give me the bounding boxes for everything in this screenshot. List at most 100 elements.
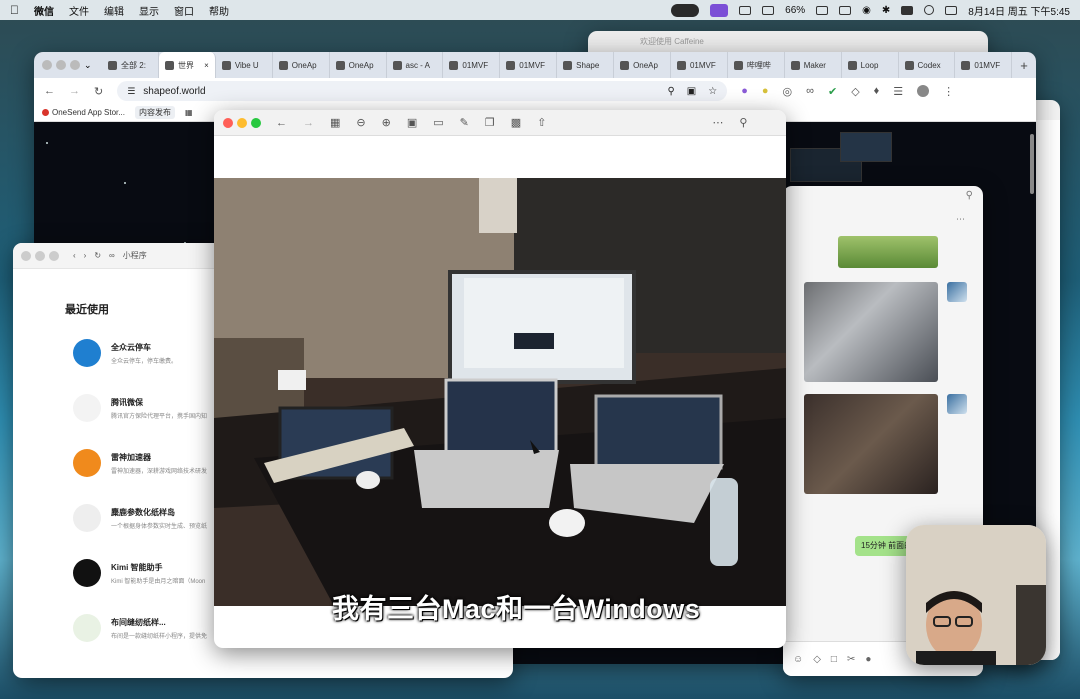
- minimize-button[interactable]: [237, 118, 247, 128]
- bookmark-content-publish[interactable]: 内容发布: [134, 106, 175, 119]
- sender-avatar[interactable]: [947, 282, 967, 302]
- browser-tab[interactable]: 世界 ×: [158, 52, 216, 78]
- extensions-puzzle-icon[interactable]: ♦: [874, 85, 880, 97]
- browser-tab[interactable]: OneAp: [273, 52, 330, 78]
- browser-tab[interactable]: 哔哩哔: [728, 52, 785, 78]
- bookmark-onesend[interactable]: OneSend App Stor...: [42, 108, 125, 117]
- menu-view[interactable]: 显示: [139, 3, 159, 18]
- sender-avatar[interactable]: [947, 394, 967, 414]
- menu-app-name[interactable]: 微信: [34, 3, 54, 18]
- zoom-out-icon[interactable]: ⊖: [356, 116, 365, 129]
- folder-icon[interactable]: □: [831, 654, 837, 665]
- extension-icon-3[interactable]: ◎: [783, 85, 793, 98]
- crop-icon[interactable]: ▩: [511, 116, 521, 129]
- reading-list-icon[interactable]: ☰: [893, 85, 903, 98]
- browser-tab[interactable]: Codex: [899, 52, 956, 78]
- recording-indicator-icon[interactable]: [671, 3, 700, 17]
- site-info-icon[interactable]: ☰: [127, 86, 135, 97]
- export-icon[interactable]: ⇧: [537, 116, 546, 129]
- menu-edit[interactable]: 编辑: [104, 3, 124, 18]
- desk-photo-thumb[interactable]: [804, 394, 938, 494]
- menu-help[interactable]: 帮助: [209, 3, 229, 18]
- tab-close-icon[interactable]: ×: [204, 61, 209, 70]
- extension-icon-6[interactable]: ◇: [851, 85, 859, 98]
- more-icon[interactable]: ⋯: [712, 116, 723, 129]
- browser-tab[interactable]: asc - A: [387, 52, 444, 78]
- apps-grid-icon[interactable]: ▦: [185, 108, 193, 117]
- browser-tab[interactable]: Shape: [557, 52, 615, 78]
- zoom-icon[interactable]: ⚲: [667, 86, 674, 97]
- zoom-in-icon[interactable]: ⊕: [382, 116, 391, 129]
- pin-icon[interactable]: ⚲: [966, 190, 973, 201]
- extension-icon-5[interactable]: ✔: [828, 85, 837, 98]
- back-icon[interactable]: ←: [276, 117, 287, 129]
- browser-tab[interactable]: 全部 2:: [102, 52, 159, 78]
- pin-icon[interactable]: ⚲: [739, 116, 747, 129]
- more-options-icon[interactable]: ⋯: [956, 214, 965, 225]
- control-center-icon[interactable]: [945, 5, 958, 15]
- window-icon[interactable]: [739, 5, 752, 15]
- tent-photo[interactable]: [804, 282, 938, 382]
- battery-icon[interactable]: [901, 5, 914, 15]
- browser-tab[interactable]: 01MVF: [500, 52, 558, 78]
- zoom-button[interactable]: [49, 251, 59, 261]
- grass-image[interactable]: [838, 236, 938, 268]
- back-icon[interactable]: ‹: [73, 251, 76, 260]
- browser-tab[interactable]: 01MVF: [443, 52, 501, 78]
- install-icon[interactable]: ▣: [687, 86, 696, 97]
- favorite-icon[interactable]: ◇: [813, 654, 821, 665]
- tab-search-icon[interactable]: ⌄: [84, 60, 96, 71]
- menu-window[interactable]: 窗口: [174, 3, 194, 18]
- reload-icon[interactable]: ↻: [94, 85, 103, 98]
- bluetooth-icon[interactable]: ✱: [882, 5, 890, 16]
- battery-label[interactable]: 66%: [785, 5, 805, 16]
- clipboard-icon[interactable]: [839, 5, 852, 15]
- zoom-button[interactable]: [70, 60, 80, 70]
- extension-icon-4[interactable]: ∞: [806, 85, 814, 97]
- menu-kebab-icon[interactable]: ⋮: [943, 85, 954, 98]
- browser-tab[interactable]: 01MVF: [955, 52, 1013, 78]
- grid-view-icon[interactable]: ▦: [330, 116, 340, 129]
- forward-icon[interactable]: →: [303, 117, 314, 129]
- mic-icon[interactable]: ●: [865, 654, 871, 665]
- page-scrollbar[interactable]: [1030, 134, 1034, 194]
- apple-icon[interactable]: : [10, 3, 19, 17]
- markup-icon[interactable]: ✎: [460, 116, 469, 129]
- screen-app-icon[interactable]: [710, 3, 729, 17]
- browser-tab[interactable]: Loop: [842, 52, 899, 78]
- wifi-icon[interactable]: ◉: [862, 5, 871, 16]
- onesend-icon: [42, 109, 49, 116]
- user-icon[interactable]: [924, 5, 935, 15]
- minimize-button[interactable]: [56, 60, 66, 70]
- forward-icon[interactable]: ›: [84, 251, 87, 260]
- extension-icon-1[interactable]: ●: [741, 85, 748, 97]
- browser-tab[interactable]: OneAp: [330, 52, 387, 78]
- browser-tab[interactable]: OneAp: [614, 52, 671, 78]
- close-button[interactable]: [42, 60, 52, 70]
- address-bar[interactable]: ☰ shapeof.world ⚲ ▣ ☆: [117, 81, 728, 101]
- browser-tab[interactable]: Maker: [785, 52, 842, 78]
- menu-file[interactable]: 文件: [69, 3, 89, 18]
- minimize-button[interactable]: [35, 251, 45, 261]
- emoji-icon[interactable]: ☺: [793, 654, 803, 665]
- profile-avatar[interactable]: [917, 85, 930, 97]
- datetime[interactable]: 8月14日 周五 下午5:45: [968, 3, 1070, 18]
- close-button[interactable]: [223, 118, 233, 128]
- new-tab-button[interactable]: +: [1012, 58, 1036, 73]
- share-icon[interactable]: ▭: [433, 116, 443, 129]
- control-icon[interactable]: [816, 5, 829, 15]
- actual-size-icon[interactable]: ▣: [407, 116, 417, 129]
- display-icon[interactable]: [762, 5, 775, 15]
- copy-icon[interactable]: ❐: [485, 116, 495, 129]
- reload-icon[interactable]: ↻: [94, 251, 101, 260]
- forward-icon[interactable]: →: [69, 85, 80, 97]
- browser-tab[interactable]: 01MVF: [671, 52, 728, 78]
- back-icon[interactable]: ←: [44, 85, 55, 97]
- scissors-icon[interactable]: ✂: [847, 654, 855, 665]
- mini-program-address[interactable]: 小程序: [123, 250, 147, 261]
- extension-icon-2[interactable]: ●: [762, 85, 769, 97]
- bookmark-star-icon[interactable]: ☆: [708, 86, 717, 97]
- browser-tab[interactable]: Vibe U: [216, 52, 273, 78]
- zoom-button[interactable]: [251, 118, 261, 128]
- close-button[interactable]: [21, 251, 31, 261]
